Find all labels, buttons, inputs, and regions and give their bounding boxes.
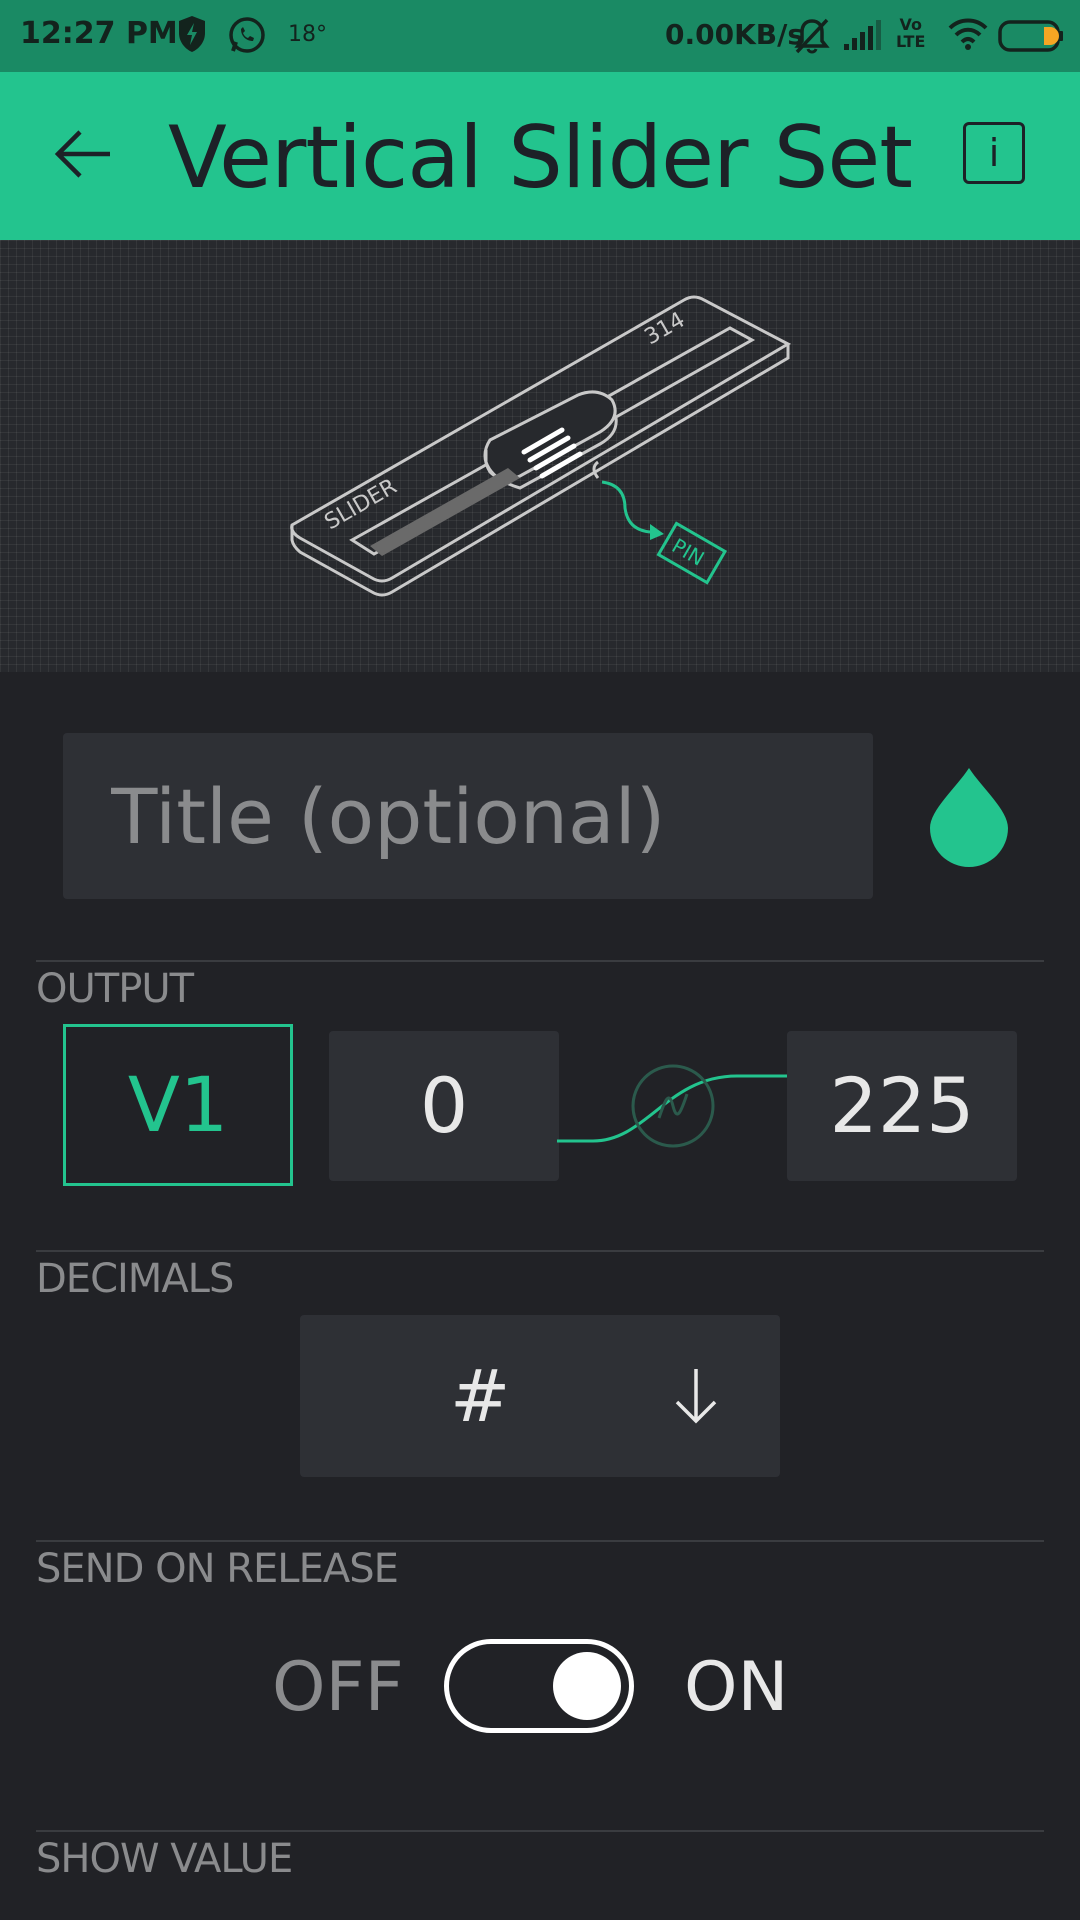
info-button[interactable]: i: [963, 122, 1025, 184]
decimals-dropdown[interactable]: #: [300, 1315, 780, 1477]
divider: [36, 1540, 1044, 1542]
status-temperature: 18°: [288, 22, 327, 47]
send-on-release-label: SEND ON RELEASE: [36, 1546, 399, 1592]
wifi-icon: [948, 16, 988, 56]
status-bar: 12:27 PM 18° 0.00KB/s Vo LTE: [0, 0, 1080, 72]
droplet-icon: [930, 768, 1008, 867]
send-on-release-toggle[interactable]: [444, 1639, 634, 1733]
toggle-knob: [553, 1652, 621, 1720]
status-time: 12:27 PM: [20, 16, 178, 51]
output-label: OUTPUT: [36, 966, 194, 1012]
whatsapp-icon: [226, 14, 268, 60]
divider: [36, 1830, 1044, 1832]
volte-line-2: LTE: [896, 32, 926, 51]
widget-illustration: SLIDER 314 PIN: [0, 240, 1080, 672]
divider: [36, 960, 1044, 962]
toggle-off-label: OFF: [272, 1648, 404, 1727]
signal-icon: [842, 18, 884, 56]
app-bar: Vertical Slider Set i: [0, 72, 1080, 240]
title-input[interactable]: [63, 733, 873, 899]
decimals-label: DECIMALS: [36, 1256, 234, 1302]
battery-icon: [998, 20, 1064, 56]
pin-selector[interactable]: V1: [63, 1024, 293, 1186]
output-min-input[interactable]: 0: [329, 1031, 559, 1181]
mapping-curve-icon: [557, 1064, 789, 1148]
arrow-down-icon: [675, 1369, 717, 1424]
slider-illustration-icon: SLIDER 314 PIN: [290, 295, 792, 597]
illustration-value-label: 314: [641, 308, 690, 351]
page-title: Vertical Slider Set: [167, 108, 913, 208]
show-value-label: SHOW VALUE: [36, 1836, 293, 1882]
volte-badge: Vo LTE: [896, 16, 925, 50]
output-max-input[interactable]: 225: [787, 1031, 1017, 1181]
status-network-speed: 0.00KB/s: [665, 18, 805, 51]
illustration-slider-label: SLIDER: [321, 474, 402, 535]
color-picker-button[interactable]: [926, 764, 1012, 868]
decimals-value: #: [450, 1354, 511, 1438]
mute-icon: [792, 16, 832, 60]
shield-bolt-icon: [176, 14, 208, 58]
divider: [36, 1250, 1044, 1252]
toggle-on-label: ON: [684, 1648, 789, 1727]
